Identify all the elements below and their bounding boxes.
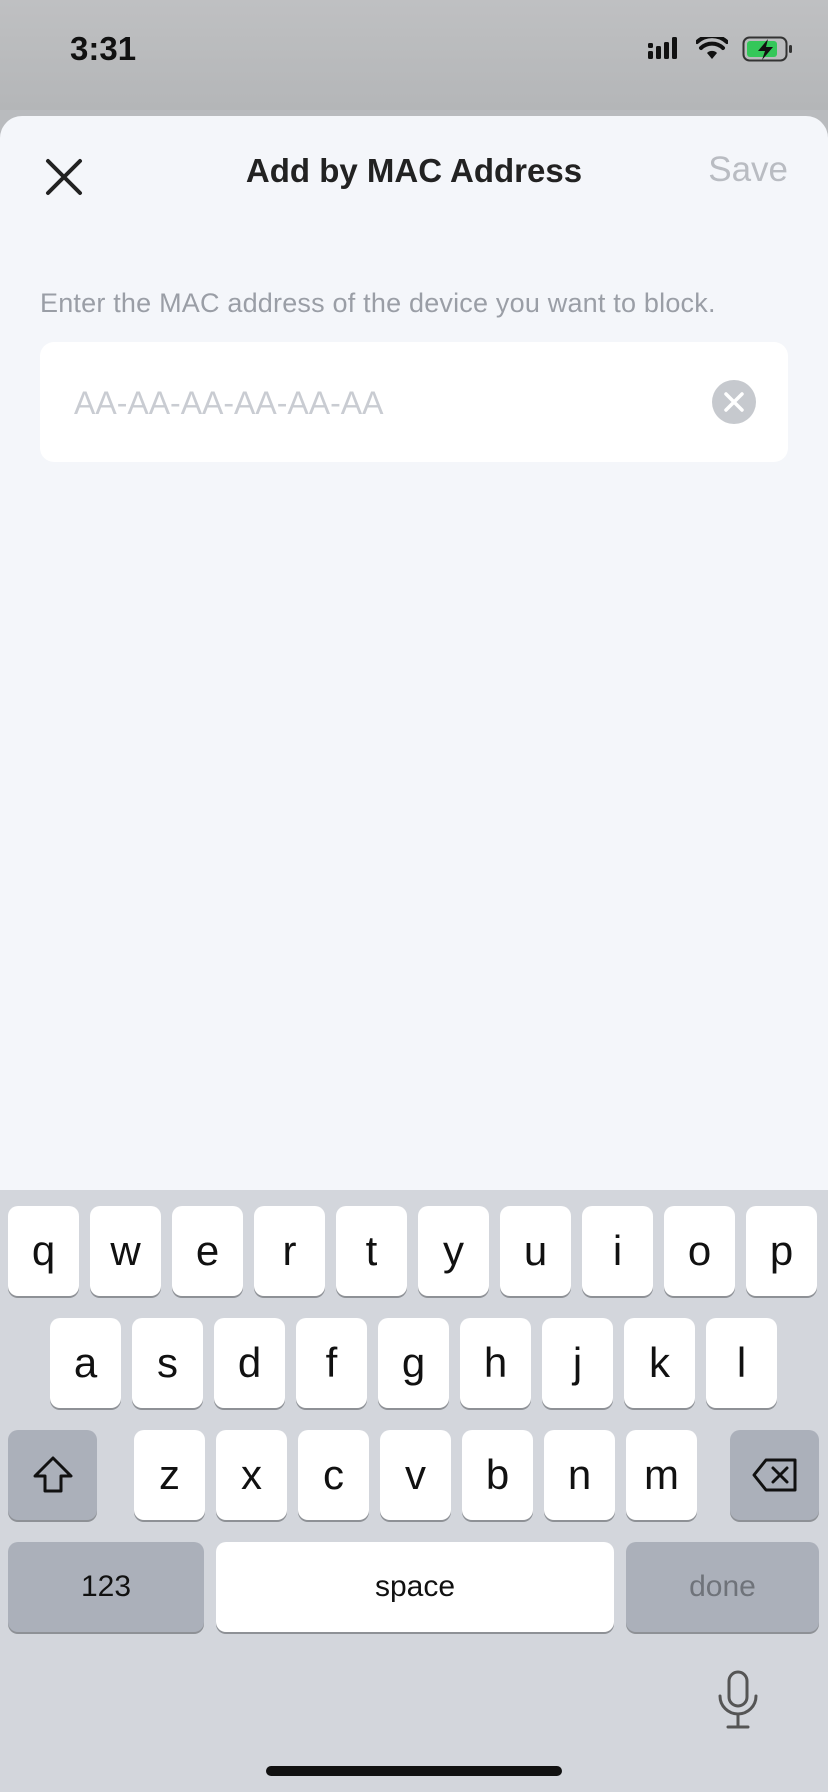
cellular-signal-icon [648,37,677,59]
mac-input-container [40,342,788,464]
key-m[interactable]: m [626,1430,697,1520]
numbers-key[interactable]: 123 [8,1542,204,1632]
key-q[interactable]: q [8,1206,79,1296]
key-l[interactable]: l [706,1318,777,1408]
microphone-icon [718,1670,758,1729]
key-k[interactable]: k [624,1318,695,1408]
key-u[interactable]: u [500,1206,571,1296]
clear-input-button[interactable] [712,380,756,424]
key-z[interactable]: z [134,1430,205,1520]
home-indicator[interactable] [266,1766,562,1776]
key-e[interactable]: e [172,1206,243,1296]
mac-address-input[interactable] [72,342,696,464]
clear-icon [724,392,744,412]
key-h[interactable]: h [460,1318,531,1408]
wifi-icon [696,37,728,59]
key-i[interactable]: i [582,1206,653,1296]
key-n[interactable]: n [544,1430,615,1520]
key-y[interactable]: y [418,1206,489,1296]
space-key[interactable]: space [216,1542,614,1632]
key-p[interactable]: p [746,1206,817,1296]
key-d[interactable]: d [214,1318,285,1408]
keyboard: q w e r t y u i o p a s d f g h j k l z … [0,1190,828,1792]
key-t[interactable]: t [336,1206,407,1296]
done-key[interactable]: done [626,1542,819,1632]
key-a[interactable]: a [50,1318,121,1408]
shift-icon [33,1456,72,1493]
key-b[interactable]: b [462,1430,533,1520]
backspace-icon [752,1458,796,1492]
instruction-text: Enter the MAC address of the device you … [40,288,716,318]
key-v[interactable]: v [380,1430,451,1520]
key-j[interactable]: j [542,1318,613,1408]
key-g[interactable]: g [378,1318,449,1408]
shift-key[interactable] [8,1430,97,1520]
dictation-button[interactable] [710,1670,766,1730]
status-bar: 3:31 [0,0,828,110]
key-f[interactable]: f [296,1318,367,1408]
page-title: Add by MAC Address [245,152,583,189]
status-icons [648,34,794,64]
key-r[interactable]: r [254,1206,325,1296]
key-o[interactable]: o [664,1206,735,1296]
key-x[interactable]: x [216,1430,287,1520]
status-time: 3:31 [70,30,137,67]
key-s[interactable]: s [132,1318,203,1408]
save-button[interactable]: Save [708,150,788,190]
key-w[interactable]: w [90,1206,161,1296]
key-c[interactable]: c [298,1430,369,1520]
battery-charging-icon [742,36,792,62]
backspace-key[interactable] [730,1430,819,1520]
